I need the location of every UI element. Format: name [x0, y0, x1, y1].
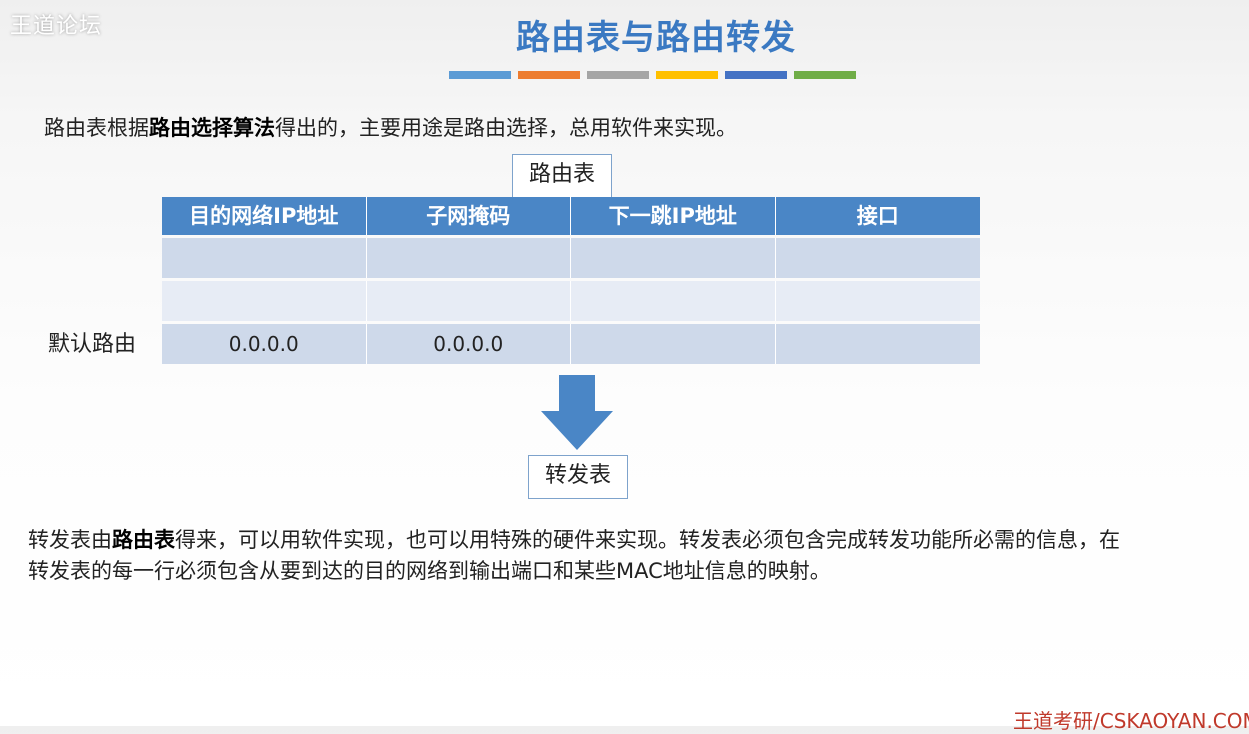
down-arrow-icon: [541, 375, 613, 450]
header-subnet-mask: 子网掩码: [366, 197, 571, 235]
slide-title: 路由表与路由转发: [516, 18, 796, 58]
table-cell: [162, 238, 367, 278]
color-segment-3: [587, 71, 649, 79]
color-segment-2: [518, 71, 580, 79]
table-cell: [366, 238, 571, 278]
color-segment-4: [656, 71, 718, 79]
routing-table-label: 路由表: [512, 154, 612, 198]
table-cell: [775, 281, 980, 321]
table-row: [162, 238, 980, 278]
default-dest-ip: 0.0.0.0: [162, 324, 367, 364]
table-row: [162, 281, 980, 321]
color-segment-5: [725, 71, 787, 79]
intro-text-2: 得出的，主要用途是路由选择，总用软件来实现。: [275, 116, 737, 140]
intro-text-1: 路由表根据: [44, 116, 149, 140]
intro-sentence: 路由表根据路由选择算法得出的，主要用途是路由选择，总用软件来实现。: [44, 112, 737, 142]
table-row-default-route: 0.0.0.0 0.0.0.0: [162, 324, 980, 364]
forwarding-table-label: 转发表: [528, 455, 628, 499]
table-cell: [162, 281, 367, 321]
para-text-2: 得来，可以用软件实现，也可以用特殊的硬件来实现。转发表必须包含完成转发功能所必需…: [28, 528, 1120, 583]
footer-watermark: 王道考研/CSKAOYAN.COM: [1013, 709, 1249, 733]
default-route-label: 默认路由: [48, 332, 137, 357]
table-cell: [571, 281, 776, 321]
table-cell: [775, 238, 980, 278]
para-bold-term: 路由表: [112, 528, 175, 552]
header-next-hop: 下一跳IP地址: [571, 197, 776, 235]
intro-bold-term: 路由选择算法: [149, 116, 275, 140]
routing-table: 目的网络IP地址 子网掩码 下一跳IP地址 接口 0.0.0.0 0.0.0.0: [162, 197, 980, 364]
table-cell: [571, 324, 776, 364]
color-segment-6: [794, 71, 856, 79]
para-text-1: 转发表由: [28, 528, 112, 552]
forwarding-table-paragraph: 转发表由路由表得来，可以用软件实现，也可以用特殊的硬件来实现。转发表必须包含完成…: [28, 525, 1128, 587]
title-color-bar: [449, 71, 856, 79]
color-segment-1: [449, 71, 511, 79]
table-cell: [366, 281, 571, 321]
table-header-row: 目的网络IP地址 子网掩码 下一跳IP地址 接口: [162, 197, 980, 235]
header-dest-ip: 目的网络IP地址: [162, 197, 367, 235]
table-cell: [571, 238, 776, 278]
default-subnet-mask: 0.0.0.0: [366, 324, 571, 364]
table-cell: [775, 324, 980, 364]
header-interface: 接口: [775, 197, 980, 235]
